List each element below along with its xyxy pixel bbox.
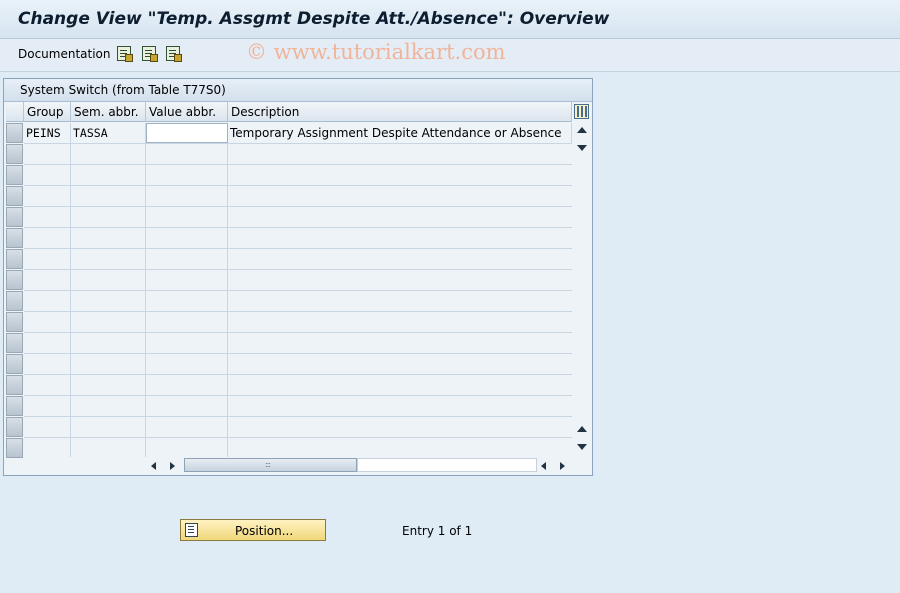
scroll-right-icon[interactable]	[170, 462, 175, 470]
table-row: PEINS TASSA Temporary Assignment Despite…	[24, 123, 572, 144]
table-row-empty	[24, 228, 572, 249]
row-selector[interactable]	[6, 354, 23, 374]
table-row-empty	[24, 291, 572, 312]
row-selector[interactable]	[6, 312, 23, 332]
table-title-bar: System Switch (from Table T77S0)	[4, 79, 592, 102]
row-selector[interactable]	[6, 207, 23, 227]
row-selector[interactable]	[6, 438, 23, 458]
horizontal-scroll-track[interactable]	[357, 458, 537, 472]
scroll-left-icon[interactable]	[151, 462, 156, 470]
scroll-page-down-icon[interactable]	[577, 444, 587, 450]
row-selector[interactable]	[6, 165, 23, 185]
scroll-page-up-icon[interactable]	[577, 426, 587, 432]
doc-view-icon[interactable]	[142, 46, 158, 62]
row-selector[interactable]	[6, 249, 23, 269]
table-title: System Switch (from Table T77S0)	[20, 83, 226, 97]
scroll-right-icon[interactable]	[560, 462, 565, 470]
column-header-value-abbr[interactable]: Value abbr.	[146, 102, 228, 122]
scroll-left-icon[interactable]	[541, 462, 546, 470]
table-row-empty	[24, 186, 572, 207]
position-button-label: Position...	[235, 524, 294, 538]
scroll-down-icon[interactable]	[577, 145, 587, 151]
row-selector[interactable]	[6, 228, 23, 248]
row-selector[interactable]	[6, 396, 23, 416]
vertical-scrollbar[interactable]	[574, 123, 590, 457]
row-selector[interactable]	[6, 375, 23, 395]
table-row-empty	[24, 375, 572, 396]
doc-detail-icon[interactable]	[117, 46, 133, 62]
entry-counter: Entry 1 of 1	[402, 524, 473, 538]
row-selector[interactable]	[6, 123, 23, 143]
table-row-empty	[24, 396, 572, 417]
table-row-empty	[24, 354, 572, 375]
select-all-column[interactable]	[6, 102, 24, 122]
table-row-empty	[24, 438, 572, 457]
horizontal-scroll-thumb[interactable]: :::	[184, 458, 357, 472]
watermark: © www.tutorialkart.com	[246, 40, 506, 64]
table-row-empty	[24, 249, 572, 270]
row-selector[interactable]	[6, 291, 23, 311]
table-row-empty	[24, 270, 572, 291]
table-row-empty	[24, 165, 572, 186]
doc-print-icon[interactable]	[166, 46, 182, 62]
table-row-empty	[24, 312, 572, 333]
table-row-empty	[24, 144, 572, 165]
column-settings-icon[interactable]	[574, 104, 589, 119]
column-header-sem-abbr[interactable]: Sem. abbr.	[71, 102, 146, 122]
row-selector[interactable]	[6, 270, 23, 290]
value-abbr-input[interactable]	[146, 123, 228, 143]
table-control: System Switch (from Table T77S0) Group S…	[3, 78, 593, 476]
cell-sem-abbr: TASSA	[71, 123, 146, 143]
column-header-group[interactable]: Group	[24, 102, 71, 122]
table-row-empty	[24, 207, 572, 228]
title-bar: Change View "Temp. Assgmt Despite Att./A…	[0, 0, 900, 39]
cell-group: PEINS	[24, 123, 71, 143]
row-selector[interactable]	[6, 186, 23, 206]
page-title: Change View "Temp. Assgmt Despite Att./A…	[18, 9, 610, 29]
position-icon	[185, 523, 198, 537]
row-selector[interactable]	[6, 417, 23, 437]
position-button[interactable]: Position...	[180, 519, 326, 541]
documentation-button[interactable]: Documentation	[18, 47, 111, 61]
scroll-up-icon[interactable]	[577, 127, 587, 133]
row-selector[interactable]	[6, 333, 23, 353]
row-selector[interactable]	[6, 144, 23, 164]
column-header-description[interactable]: Description	[228, 102, 572, 122]
table-row-empty	[24, 333, 572, 354]
cell-description: Temporary Assignment Despite Attendance …	[228, 123, 572, 143]
table-row-empty	[24, 417, 572, 438]
